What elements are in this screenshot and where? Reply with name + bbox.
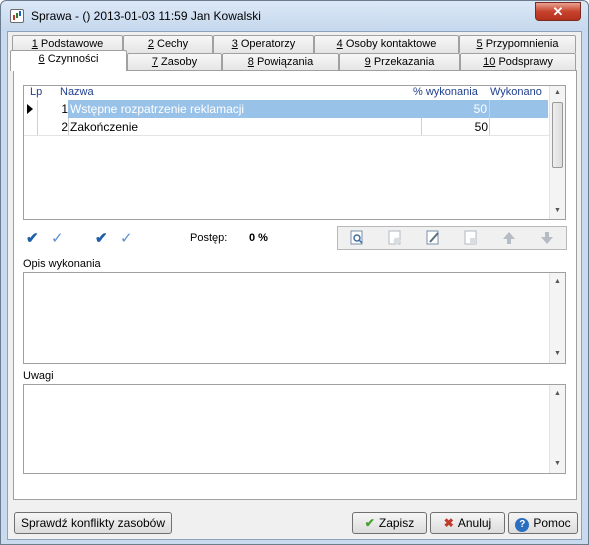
check-conflicts-button[interactable]: Sprawdź konflikty zasobów	[14, 512, 172, 534]
row-procent: 50	[421, 100, 489, 118]
tab-powiazania[interactable]: 8 Powiązania	[222, 53, 339, 71]
move-down-icon[interactable]	[538, 230, 556, 247]
tab-czynnosci[interactable]: 6 Czynności	[10, 50, 127, 71]
tab-przekazania[interactable]: 9 Przekazania	[339, 53, 460, 71]
opis-wykonania-field[interactable]: ▲ ▼	[23, 272, 566, 364]
app-icon	[10, 9, 24, 23]
row-lp: 1	[61, 102, 68, 116]
row-indicator-icon	[24, 100, 37, 118]
scroll-up-icon[interactable]: ▲	[550, 86, 565, 100]
row-wykonano	[490, 100, 548, 118]
mark-done-icon[interactable]: ✔	[26, 229, 39, 247]
tab-osoby-kontaktowe[interactable]: 4 Osoby kontaktowe	[314, 35, 459, 53]
tab-operatorzy[interactable]: 3 Operatorzy	[213, 35, 314, 53]
row-nazwa: Zakończenie	[70, 120, 139, 134]
check-icon: ✔	[364, 516, 375, 530]
scroll-down-icon[interactable]: ▼	[550, 457, 565, 471]
move-up-icon[interactable]	[500, 230, 518, 247]
uwagi-scrollbar[interactable]: ▲ ▼	[549, 385, 565, 473]
column-header-procent[interactable]: % wykonania	[413, 86, 483, 100]
dialog-window: Sprawa - () 2013-01-03 11:59 Jan Kowalsk…	[0, 0, 589, 545]
scroll-down-icon[interactable]: ▼	[550, 347, 565, 361]
column-header-lp[interactable]: Lp	[30, 86, 50, 100]
column-header-nazwa[interactable]: Nazwa	[60, 86, 160, 100]
row-lp: 2	[61, 120, 68, 134]
window-title: Sprawa - () 2013-01-03 11:59 Jan Kowalsk…	[31, 9, 261, 23]
tab-panel-czynnosci: Lp Nazwa % wykonania Wykonano 1 Wstępne …	[13, 70, 577, 500]
activities-grid[interactable]: Lp Nazwa % wykonania Wykonano 1 Wstępne …	[23, 85, 566, 220]
edit-icon[interactable]	[424, 230, 442, 247]
client-area: 1 Podstawowe 2 Cechy 3 Operatorzy 4 Osob…	[7, 31, 582, 540]
uwagi-field[interactable]: ▲ ▼	[23, 384, 566, 474]
scroll-down-icon[interactable]: ▼	[550, 204, 565, 218]
scroll-up-icon[interactable]: ▲	[550, 275, 565, 289]
add-icon[interactable]	[386, 230, 404, 247]
opis-wykonania-label: Opis wykonania	[23, 258, 101, 270]
cancel-button[interactable]: ✖ Anuluj	[430, 512, 505, 534]
cross-icon: ✖	[443, 516, 454, 530]
opis-scrollbar[interactable]: ▲ ▼	[549, 273, 565, 363]
tab-przypomnienia[interactable]: 5 Przypomnienia	[459, 35, 576, 53]
scroll-up-icon[interactable]: ▲	[550, 387, 565, 401]
table-row[interactable]: 2 Zakończenie 50	[24, 118, 549, 136]
title-bar[interactable]: Sprawa - () 2013-01-03 11:59 Jan Kowalsk…	[1, 1, 588, 31]
progress-value: 0 %	[249, 232, 268, 244]
column-header-wykonano[interactable]: Wykonano	[490, 86, 550, 100]
mark-all-done-icon[interactable]: ✔	[95, 229, 108, 247]
mark-all-undone-icon[interactable]: ✓	[120, 229, 133, 247]
progress-label: Postęp:	[190, 232, 228, 244]
tab-podsprawy[interactable]: 10 Podsprawy	[460, 53, 576, 71]
scroll-thumb[interactable]	[552, 102, 563, 168]
row-procent: 50	[474, 120, 488, 134]
grid-scrollbar[interactable]: ▲ ▼	[549, 86, 565, 219]
mark-undone-icon[interactable]: ✓	[51, 229, 64, 247]
save-button[interactable]: ✔ Zapisz	[352, 512, 427, 534]
tab-cechy[interactable]: 2 Cechy	[123, 35, 213, 53]
row-nazwa: Wstępne rozpatrzenie reklamacji	[68, 100, 421, 118]
help-button[interactable]: ? Pomoc	[508, 512, 578, 534]
preview-icon[interactable]	[348, 230, 366, 247]
uwagi-label: Uwagi	[23, 370, 54, 382]
close-button[interactable]: ✕	[535, 2, 581, 21]
grid-toolbar	[337, 226, 567, 250]
table-row[interactable]: 1 Wstępne rozpatrzenie reklamacji 50	[24, 100, 549, 118]
help-icon: ?	[515, 518, 530, 532]
delete-icon[interactable]	[462, 230, 480, 247]
tab-zasoby[interactable]: 7 Zasoby	[127, 53, 222, 71]
